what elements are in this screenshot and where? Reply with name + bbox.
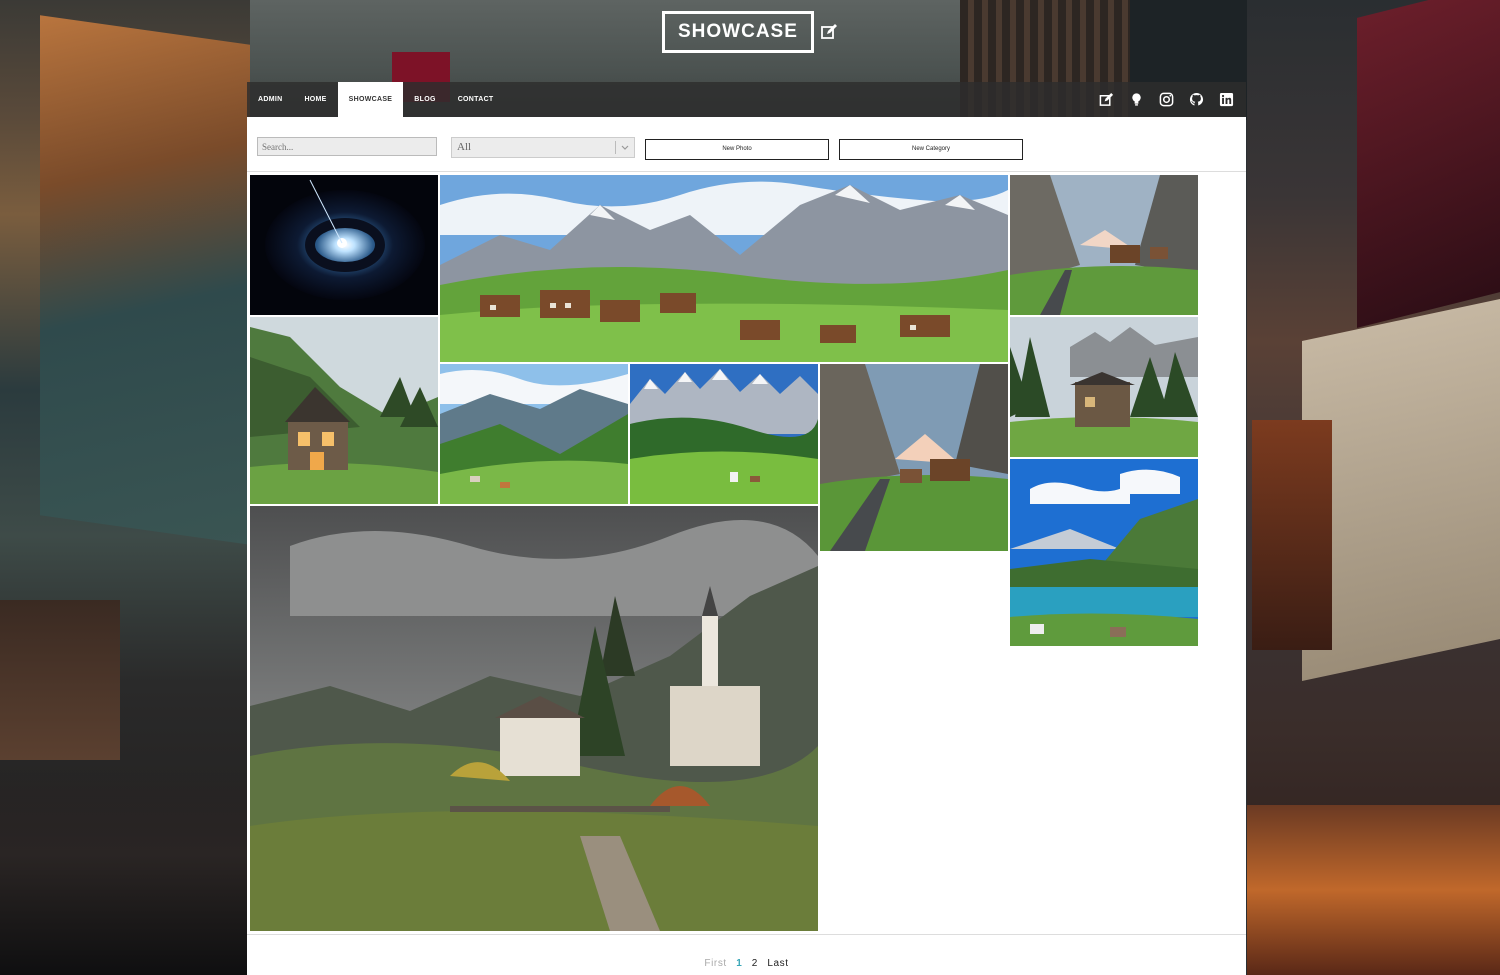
gallery-photo[interactable]	[250, 506, 818, 931]
wooden-cabin-image	[250, 317, 438, 504]
gallery-photo[interactable]	[1010, 317, 1198, 457]
pagination-first-link[interactable]: First	[704, 958, 726, 969]
site-brand: SHOWCASE	[662, 11, 838, 53]
pagination-divider	[247, 934, 1246, 935]
gallery-photo[interactable]	[1010, 175, 1198, 315]
showcase-panel: All New Photo New Category	[247, 117, 1246, 975]
background-right-billboards	[1247, 0, 1500, 975]
category-select-value: All	[457, 141, 472, 153]
edit-title-icon[interactable]	[820, 23, 838, 41]
category-select[interactable]: All	[451, 137, 635, 158]
page-title: SHOWCASE	[662, 11, 814, 53]
nav-social-icons	[1099, 82, 1234, 117]
nav-item-showcase[interactable]: SHOWCASE	[337, 82, 404, 117]
gallery-photo[interactable]	[440, 175, 1008, 362]
new-photo-button[interactable]: New Photo	[645, 139, 829, 160]
alpine-village-image	[440, 175, 1008, 362]
background-left-times-square	[0, 0, 250, 975]
alpine-lake-image	[1010, 459, 1198, 646]
nav-item-admin[interactable]: ADMIN	[247, 82, 293, 117]
linkedin-icon[interactable]	[1219, 92, 1234, 107]
valley-road-image	[1010, 175, 1198, 315]
nav-item-home[interactable]: HOME	[293, 82, 337, 117]
forest-cabin-image	[1010, 317, 1198, 457]
pagination-last-link[interactable]: Last	[767, 958, 788, 969]
galaxy-image	[250, 175, 438, 315]
lightbulb-icon[interactable]	[1129, 92, 1144, 107]
chevron-down-icon	[621, 145, 629, 150]
instagram-icon[interactable]	[1159, 92, 1174, 107]
pagination-page-2[interactable]: 2	[752, 958, 758, 969]
new-category-button[interactable]: New Category	[839, 139, 1023, 160]
pagination: First 1 2 Last	[247, 958, 1246, 969]
green-valley-image	[440, 364, 628, 504]
pagination-page-1[interactable]: 1	[736, 958, 742, 969]
gallery-photo[interactable]	[440, 364, 628, 504]
gallery-photo[interactable]	[1010, 459, 1198, 646]
valley-road-tall-image	[820, 364, 1008, 551]
gallery-photo[interactable]	[250, 317, 438, 504]
village-church-image	[250, 506, 818, 931]
edit-icon[interactable]	[1099, 92, 1114, 107]
search-input[interactable]	[257, 137, 437, 156]
github-icon[interactable]	[1189, 92, 1204, 107]
gallery-photo[interactable]	[250, 175, 438, 315]
gallery-photo[interactable]	[630, 364, 818, 504]
nav-menu: ADMIN HOME SHOWCASE BLOG CONTACT	[247, 82, 505, 117]
nav-item-blog[interactable]: BLOG	[403, 82, 446, 117]
gallery-photo[interactable]	[820, 364, 1008, 551]
gallery-toolbar: All New Photo New Category	[247, 117, 1246, 172]
main-navbar: ADMIN HOME SHOWCASE BLOG CONTACT	[247, 82, 1246, 117]
nav-item-contact[interactable]: CONTACT	[447, 82, 505, 117]
dolomites-image	[630, 364, 818, 504]
